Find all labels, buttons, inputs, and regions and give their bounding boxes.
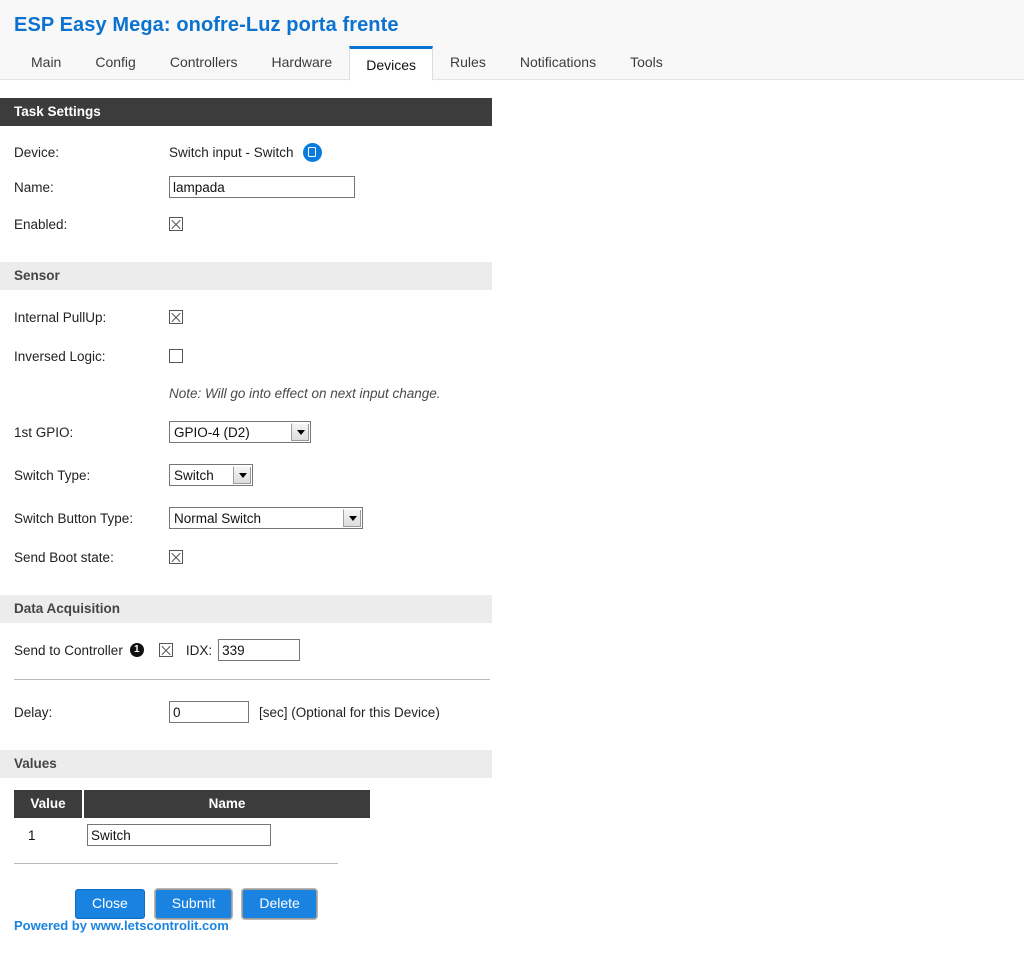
- divider-data-acquisition: [14, 679, 490, 680]
- values-column-name: Name: [83, 790, 370, 818]
- delete-button[interactable]: Delete: [242, 889, 317, 919]
- divider-values: [14, 863, 338, 864]
- internal-pullup-label: Internal PullUp:: [14, 309, 107, 325]
- field-row-inversed-logic: Inversed Logic:: [0, 343, 1024, 369]
- main-tabbar: Main Config Controllers Hardware Devices…: [14, 45, 680, 81]
- name-label: Name:: [14, 179, 54, 195]
- send-boot-state-label: Send Boot state:: [14, 549, 114, 565]
- section-header-values: Values: [0, 750, 492, 778]
- switch-button-type-select-value: Normal Switch: [174, 511, 262, 526]
- tab-config[interactable]: Config: [78, 45, 152, 80]
- switch-type-select-value: Switch: [174, 468, 214, 483]
- inversed-logic-label: Inversed Logic:: [14, 348, 106, 364]
- section-header-sensor: Sensor: [0, 262, 492, 290]
- chevron-down-icon: [233, 466, 251, 484]
- tab-hardware[interactable]: Hardware: [255, 45, 350, 80]
- send-to-controller-checkbox[interactable]: [158, 643, 173, 657]
- close-button[interactable]: Close: [75, 889, 145, 919]
- value-name-cell: [83, 818, 370, 852]
- tab-rules[interactable]: Rules: [433, 45, 503, 80]
- field-row-send-boot-state: Send Boot state:: [0, 544, 1024, 570]
- field-row-send-to-controller: Send to Controller 1 IDX:: [0, 637, 1024, 663]
- field-row-internal-pullup: Internal PullUp:: [0, 304, 1024, 330]
- switch-button-type-select[interactable]: Normal Switch: [169, 507, 363, 529]
- device-settings-form: Task Settings Device: Switch input - Swi…: [0, 80, 1024, 919]
- tab-notifications[interactable]: Notifications: [503, 45, 613, 80]
- chevron-down-icon: [291, 423, 309, 441]
- chevron-down-icon: [343, 509, 361, 527]
- footer-link[interactable]: Powered by www.letscontrolit.com: [14, 918, 229, 933]
- enabled-checkbox[interactable]: [169, 217, 183, 231]
- gpio-label: 1st GPIO:: [14, 424, 74, 440]
- send-to-controller-label: Send to Controller: [14, 642, 123, 658]
- book-icon[interactable]: [302, 142, 322, 162]
- delay-suffix: [sec] (Optional for this Device): [259, 704, 440, 720]
- internal-pullup-checkbox[interactable]: [169, 310, 183, 324]
- delay-input[interactable]: [169, 701, 249, 723]
- gpio-select[interactable]: GPIO-4 (D2): [169, 421, 311, 443]
- idx-input[interactable]: [218, 639, 301, 661]
- delay-label: Delay:: [14, 704, 53, 720]
- field-row-gpio: 1st GPIO: GPIO-4 (D2): [0, 419, 1024, 445]
- tab-tools[interactable]: Tools: [613, 45, 680, 80]
- value-name-input[interactable]: [87, 824, 271, 846]
- field-row-enabled: Enabled:: [0, 211, 1024, 237]
- field-row-delay: Delay: [sec] (Optional for this Device): [0, 699, 1024, 725]
- inversed-logic-note: Note: Will go into effect on next input …: [169, 385, 441, 401]
- values-column-value: Value: [14, 790, 84, 818]
- value-index: 1: [28, 827, 36, 843]
- section-header-data-acquisition: Data Acquisition: [0, 595, 492, 623]
- device-value: Switch input - Switch: [169, 144, 294, 160]
- field-row-switch-button-type: Switch Button Type: Normal Switch: [0, 505, 1024, 531]
- form-actions: Close Submit Delete: [75, 889, 1024, 919]
- submit-button[interactable]: Submit: [154, 889, 233, 919]
- page-title: ESP Easy Mega: onofre-Luz porta frente: [14, 14, 399, 36]
- page-header: ESP Easy Mega: onofre-Luz porta frente M…: [0, 0, 1024, 81]
- idx-label: IDX:: [185, 642, 213, 658]
- tab-main[interactable]: Main: [14, 45, 78, 80]
- send-boot-state-checkbox[interactable]: [169, 550, 183, 564]
- values-table: Value Name 1: [14, 790, 370, 852]
- inversed-logic-checkbox[interactable]: [169, 349, 183, 363]
- switch-button-type-label: Switch Button Type:: [14, 510, 134, 526]
- section-header-task-settings: Task Settings: [0, 98, 492, 126]
- tab-devices[interactable]: Devices: [349, 46, 434, 81]
- field-row-switch-type: Switch Type: Switch: [0, 462, 1024, 488]
- gpio-select-value: GPIO-4 (D2): [174, 425, 250, 440]
- device-label: Device:: [14, 144, 60, 160]
- table-row: 1: [14, 818, 370, 852]
- field-row-note: Note: Will go into effect on next input …: [0, 380, 1024, 406]
- name-input[interactable]: [169, 176, 355, 198]
- values-table-header-row: Value Name: [14, 790, 370, 818]
- switch-type-select[interactable]: Switch: [169, 464, 253, 486]
- field-row-name: Name:: [0, 174, 1024, 200]
- enabled-label: Enabled:: [14, 216, 68, 232]
- controller-number-badge: 1: [129, 643, 144, 657]
- field-row-device: Device: Switch input - Switch: [0, 139, 1024, 165]
- switch-type-label: Switch Type:: [14, 467, 91, 483]
- tab-controllers[interactable]: Controllers: [153, 45, 255, 80]
